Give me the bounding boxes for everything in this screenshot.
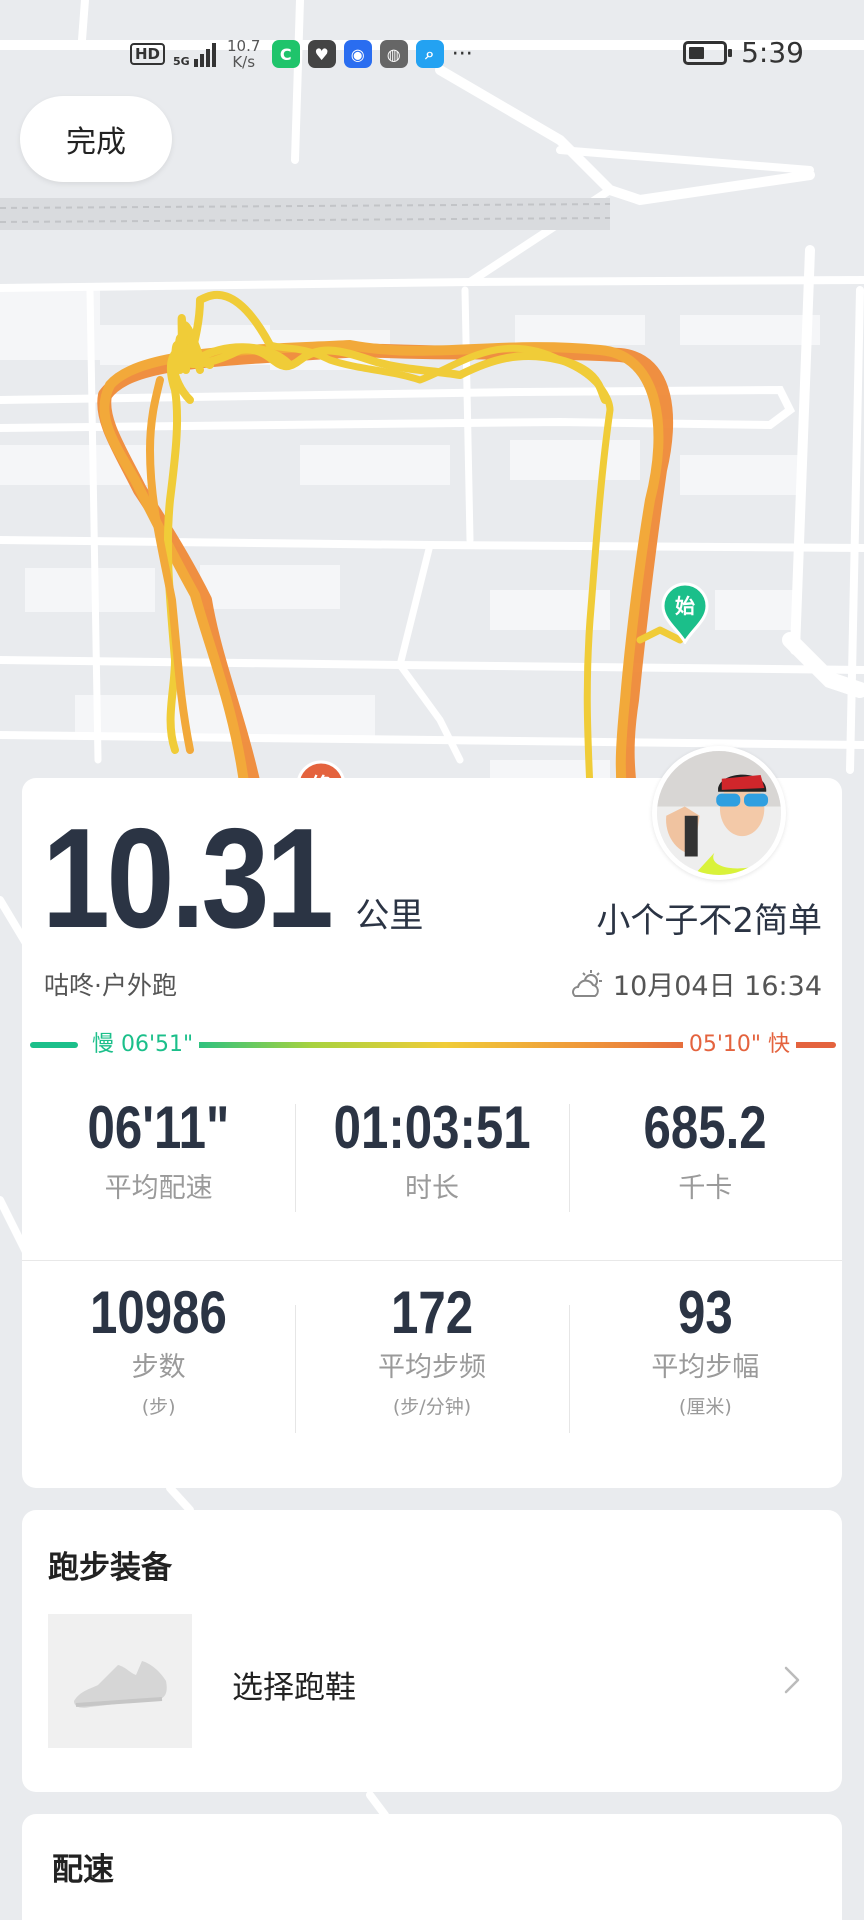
pace-bar-fast-segment <box>790 1042 836 1048</box>
pace-bar-slow-segment <box>30 1042 78 1048</box>
stat-label: 平均步幅 <box>651 1352 760 1383</box>
speed-value: 10.7 <box>227 37 261 55</box>
stats-divider <box>22 1260 842 1261</box>
signal-icon: 5G <box>173 41 216 67</box>
chevron-right-icon[interactable] <box>780 1660 804 1700</box>
user-photo-icon <box>657 751 781 875</box>
run-datetime: 10月04日 16:34 <box>569 964 822 1003</box>
pace-slow-label: 慢 06'51" <box>86 1030 200 1060</box>
running-shoe-icon <box>74 1661 167 1708</box>
done-button[interactable]: 完成 <box>20 96 172 182</box>
avatar[interactable] <box>652 746 786 880</box>
map-railway <box>0 198 611 230</box>
stat-stride: 93 平均步幅 (厘米) <box>568 1279 842 1433</box>
stat-label: 平均步频 <box>377 1352 486 1383</box>
distance-unit: 公里 <box>355 896 424 936</box>
pace-gradient-bar: 慢 06'51" 05'10" 快 <box>30 1030 836 1060</box>
app-icon-bulb: ◉ <box>343 40 372 68</box>
pace-card: 配速 <box>22 1814 842 1920</box>
stat-avg-pace: 06'11" 平均配速 <box>22 1098 295 1218</box>
health-icon: ♥ <box>307 40 336 68</box>
stat-label: 步数 <box>131 1352 186 1383</box>
battery-icon <box>683 40 733 65</box>
equipment-title: 跑步装备 <box>48 1550 172 1586</box>
hd-badge: HD <box>130 43 166 65</box>
status-bar-right: 5:39 <box>683 36 804 69</box>
status-bar-left: HD 5G 10.7 K/s C ♥ ◉ ◍ ⌕ ··· <box>130 38 473 70</box>
stat-value: 10986 <box>90 1279 228 1346</box>
stat-label: 时长 <box>404 1173 459 1204</box>
stat-unit: (步/分钟) <box>392 1396 472 1418</box>
speed-unit: K/s <box>232 53 256 71</box>
search-app-icon: ⌕ <box>415 40 444 68</box>
distance: 10.31 公里 <box>42 808 423 950</box>
stat-value: 01:03:51 <box>333 1094 531 1161</box>
shoe-thumbnail[interactable] <box>48 1614 192 1748</box>
select-shoe-link[interactable]: 选择跑鞋 <box>232 1662 356 1707</box>
running-equipment-card: 跑步装备 选择跑鞋 <box>22 1510 842 1792</box>
stat-label: 平均配速 <box>104 1173 213 1204</box>
network-speed: 10.7 K/s <box>224 38 264 70</box>
notification-icons: C ♥ ◉ ◍ ⌕ <box>271 40 444 68</box>
stat-label: 千卡 <box>678 1173 733 1204</box>
run-summary-card: 10.31 公里 小个子不2简单 咕咚·户外跑 10月04日 16:34 慢 0… <box>22 746 842 1488</box>
network-type: 5G <box>173 55 190 68</box>
stat-cadence: 172 平均步频 (步/分钟) <box>295 1279 568 1433</box>
more-notifications-icon: ··· <box>451 41 473 67</box>
pace-card-title: 配速 <box>52 1852 114 1888</box>
pace-bar-gradient <box>180 1042 710 1048</box>
stat-steps: 10986 步数 (步) <box>22 1283 295 1423</box>
stats-row-primary: 06'11" 平均配速 01:03:51 时长 685.2 千卡 <box>22 1098 842 1218</box>
stat-value: 06'11" <box>87 1094 230 1161</box>
stat-unit: (厘米) <box>678 1396 732 1418</box>
stats-row-secondary: 10986 步数 (步) 172 平均步频 (步/分钟) 93 平均步幅 (厘米… <box>22 1279 842 1433</box>
username: 小个子不2简单 <box>596 901 822 941</box>
distance-value: 10.31 <box>42 799 334 958</box>
browser-icon: ◍ <box>379 40 408 68</box>
stat-value: 172 <box>390 1279 474 1346</box>
start-pin-label: 始 <box>675 594 695 618</box>
pace-fast-label: 05'10" 快 <box>682 1030 796 1060</box>
start-pin-icon: 始 <box>661 582 709 644</box>
stat-value: 685.2 <box>643 1094 767 1161</box>
run-type: 咕咚·户外跑 <box>44 971 177 1000</box>
app-icon-green: C <box>271 40 300 68</box>
stat-unit: (步) <box>141 1396 176 1418</box>
status-bar: HD 5G 10.7 K/s C ♥ ◉ ◍ ⌕ ··· 5:39 <box>0 0 864 110</box>
weather-cloudy-icon <box>571 969 602 997</box>
stat-calories: 685.2 千卡 <box>568 1094 842 1218</box>
stat-value: 93 <box>677 1279 733 1346</box>
stat-duration: 01:03:51 时长 <box>295 1098 568 1218</box>
datetime-text: 10月04日 16:34 <box>612 971 822 1002</box>
clock: 5:39 <box>741 36 804 69</box>
